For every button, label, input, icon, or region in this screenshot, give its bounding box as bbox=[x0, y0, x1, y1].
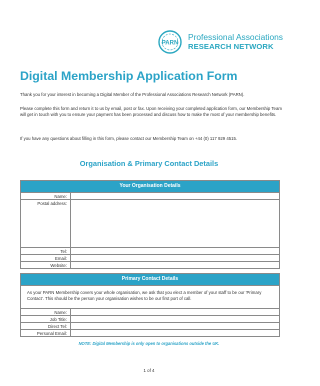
org-tel-label: Tel: bbox=[21, 248, 71, 254]
contact-name-row: Name: bbox=[21, 307, 279, 315]
contact-tel-row: Direct Tel: bbox=[21, 321, 279, 329]
page-number: 1 of 4 bbox=[143, 368, 155, 373]
contact-table-header: Primary Contact Details bbox=[21, 274, 279, 285]
parn-logo-mark-text: PARN bbox=[162, 40, 179, 46]
org-address-label: Postal address: bbox=[21, 200, 71, 247]
contact-job-label: Job Title: bbox=[21, 315, 71, 322]
intro-paragraph-2: Please complete this form and return it … bbox=[20, 106, 282, 118]
primary-contact-table: Primary Contact Details As your PARN Mem… bbox=[20, 273, 280, 337]
org-website-field[interactable] bbox=[71, 262, 279, 268]
parn-logo: PARN Professional Associations RESEARCH … bbox=[158, 26, 288, 66]
intro-paragraph-1: Thank you for your interest in becoming … bbox=[20, 92, 245, 97]
contact-name-label: Name: bbox=[21, 308, 71, 315]
contact-email-row: Personal Email: bbox=[21, 328, 279, 336]
contact-job-field[interactable] bbox=[71, 316, 279, 322]
org-address-row: Postal address: bbox=[21, 199, 279, 247]
org-email-label: Email: bbox=[21, 255, 71, 261]
page-title: Digital Membership Application Form bbox=[20, 69, 238, 83]
contact-email-field[interactable] bbox=[71, 330, 279, 336]
org-name-label: Name: bbox=[21, 193, 71, 199]
contact-tel-field[interactable] bbox=[71, 323, 279, 329]
org-tel-row: Tel: bbox=[21, 247, 279, 254]
contact-email-label: Personal Email: bbox=[21, 329, 71, 336]
logo-line-1: Professional Associations bbox=[188, 32, 283, 42]
section-heading: Organisation & Primary Contact Details bbox=[79, 159, 219, 168]
org-name-field[interactable] bbox=[71, 193, 279, 199]
organisation-table-header: Your Organisation Details bbox=[21, 181, 279, 192]
contact-name-field[interactable] bbox=[71, 309, 279, 315]
parn-logo-mark: PARN bbox=[158, 30, 182, 54]
org-name-row: Name: bbox=[21, 192, 279, 199]
contact-job-row: Job Title: bbox=[21, 314, 279, 322]
organisation-details-table: Your Organisation Details Name: Postal a… bbox=[20, 180, 280, 269]
membership-note: NOTE: Digital Membership is only open to… bbox=[78, 341, 220, 346]
org-email-field[interactable] bbox=[71, 255, 279, 261]
org-address-field[interactable] bbox=[71, 200, 279, 247]
org-website-label: Website: bbox=[21, 262, 71, 268]
contact-tel-label: Direct Tel: bbox=[21, 322, 71, 329]
org-website-row: Website: bbox=[21, 261, 279, 268]
intro-paragraph-3: If you have any questions about filling … bbox=[20, 136, 238, 141]
org-email-row: Email: bbox=[21, 254, 279, 261]
contact-intro-text: As your PARN Membership covers your whol… bbox=[21, 285, 279, 308]
logo-line-2: RESEARCH NETWORK bbox=[188, 42, 274, 51]
org-tel-field[interactable] bbox=[71, 248, 279, 254]
